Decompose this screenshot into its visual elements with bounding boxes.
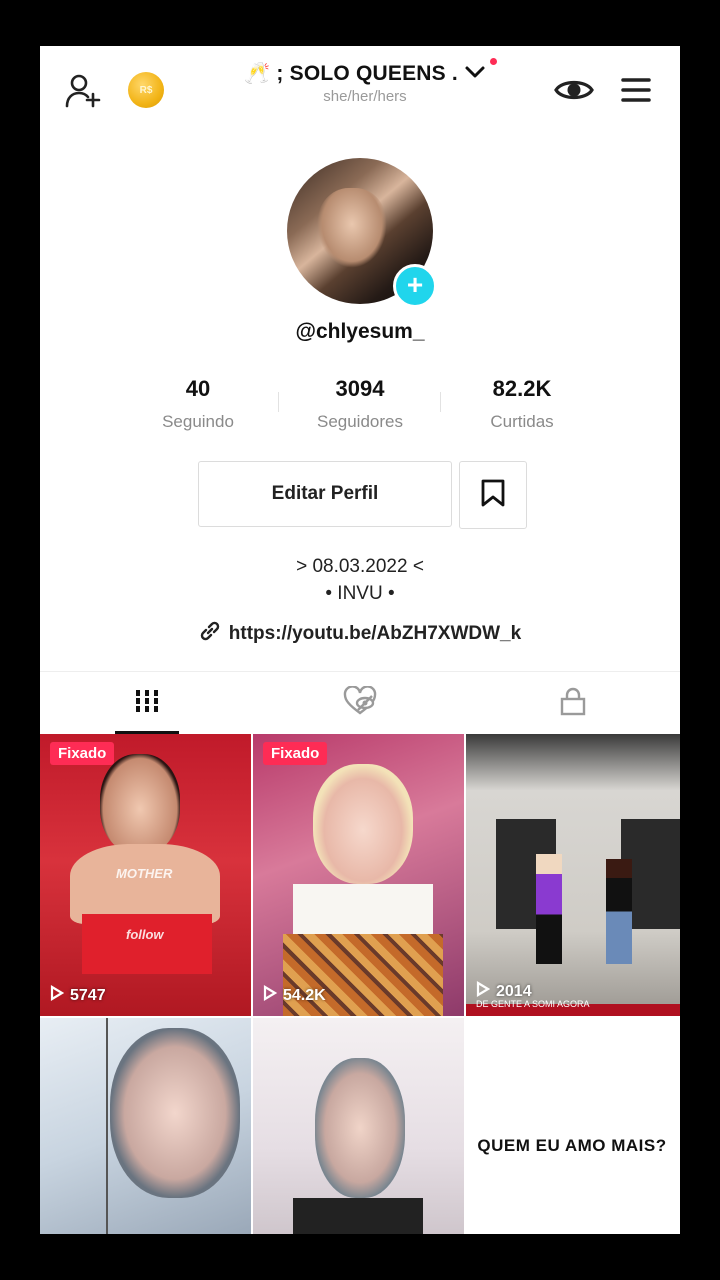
lock-icon: [559, 686, 587, 721]
menu-icon[interactable]: [620, 76, 652, 109]
followers-label: Seguidores: [316, 412, 403, 431]
video-overlay-text: follow: [126, 927, 164, 942]
tab-videos[interactable]: [40, 672, 253, 734]
view-count-text: 2014: [496, 982, 532, 1000]
bio-line: > 08.03.2022 <: [296, 556, 424, 577]
view-count-text: 54.2K: [283, 986, 326, 1004]
link-icon: [199, 620, 221, 648]
coin-icon[interactable]: R$: [128, 72, 164, 108]
thumbnail-figure: [106, 1018, 108, 1234]
heart-hidden-icon: [343, 684, 377, 721]
caption-bar: DE GENTE A SOMI AGORA: [466, 999, 680, 1016]
top-bar: R$ 🥂 ; SOLO QUEENS . she/her/hers: [40, 46, 680, 146]
stat-divider: [278, 392, 279, 412]
view-count: 54.2K: [263, 985, 326, 1006]
account-switcher[interactable]: 🥂 ; SOLO QUEENS . she/her/hers: [220, 62, 510, 105]
profile-screen: R$ 🥂 ; SOLO QUEENS . she/her/hers + @chl…: [40, 46, 680, 1234]
thumbnail-figure: [110, 1028, 240, 1198]
thumbnail-figure: [100, 754, 180, 854]
grid-icon: [133, 688, 160, 719]
play-icon: [50, 985, 65, 1006]
link-text: https://youtu.be/AbZH7XWDW_k: [228, 623, 522, 644]
thumbnail-figure: [536, 854, 562, 964]
video-thumbnail[interactable]: [253, 1018, 464, 1234]
likes-count: 82.2K: [492, 376, 552, 401]
profile-tabs: [40, 671, 680, 734]
stat-following[interactable]: 40 Seguindo: [118, 376, 278, 432]
stat-divider: [440, 392, 441, 412]
bookmark-button[interactable]: [459, 461, 527, 529]
followers-count: 3094: [335, 376, 385, 401]
eye-icon[interactable]: [554, 74, 594, 111]
video-caption: DE GENTE A SOMI AGORA: [476, 999, 590, 1009]
pinned-badge: Fixado: [263, 742, 328, 765]
likes-label: Curtidas: [490, 412, 554, 431]
stat-likes[interactable]: 82.2K Curtidas: [442, 376, 602, 432]
play-icon: [263, 985, 278, 1006]
thumbnail-figure: [313, 764, 413, 884]
video-thumbnail[interactable]: Fixado MOTHER follow 5747: [40, 734, 251, 1016]
bio-line: • INVU •: [325, 583, 395, 604]
bio-link[interactable]: https://youtu.be/AbZH7XWDW_k: [40, 620, 680, 648]
video-overlay-text: MOTHER: [116, 866, 173, 881]
thumbnail-figure: [82, 914, 212, 974]
edit-profile-button[interactable]: Editar Perfil: [198, 461, 452, 527]
thumbnail-figure: [315, 1058, 405, 1198]
video-thumbnail[interactable]: Fixado 54.2K: [253, 734, 464, 1016]
video-thumbnail[interactable]: [40, 1018, 251, 1234]
username: @chlyesum_: [295, 320, 425, 343]
video-thumbnail[interactable]: 2014 DE GENTE A SOMI AGORA: [466, 734, 680, 1016]
account-title: 🥂 ; SOLO QUEENS .: [244, 62, 458, 85]
pinned-badge: Fixado: [50, 742, 115, 765]
bookmark-icon: [480, 478, 506, 513]
video-grid: Fixado MOTHER follow 5747 Fixado 54.2K 2…: [40, 734, 680, 1234]
coin-label: R$: [139, 84, 153, 96]
thumbnail-figure: [293, 1198, 423, 1234]
view-count-text: 5747: [70, 986, 106, 1004]
following-label: Seguindo: [162, 412, 234, 431]
tab-liked[interactable]: [253, 672, 466, 734]
add-photo-button[interactable]: +: [393, 264, 437, 308]
add-user-icon[interactable]: [64, 72, 104, 117]
pronouns: she/her/hers: [323, 88, 407, 105]
video-thumbnail[interactable]: QUEM EU AMO MAIS?: [466, 1018, 680, 1234]
thumbnail-figure: [70, 844, 220, 924]
thumbnail-figure: [606, 859, 632, 964]
chevron-down-icon[interactable]: [464, 62, 486, 86]
video-caption: QUEM EU AMO MAIS?: [477, 1136, 667, 1155]
view-count: 5747: [50, 985, 106, 1006]
stat-followers[interactable]: 3094 Seguidores: [280, 376, 440, 432]
tab-private[interactable]: [466, 672, 679, 734]
notification-dot: [490, 58, 497, 65]
following-count: 40: [185, 376, 211, 401]
